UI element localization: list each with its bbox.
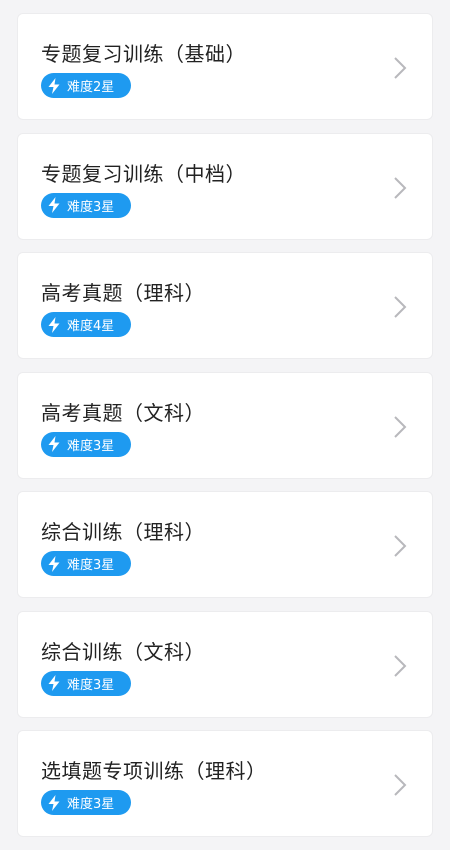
- exercise-title: 高考真题（文科）: [41, 400, 205, 425]
- exercise-card[interactable]: 专题复习训练（基础） 难度2星: [17, 13, 433, 120]
- exercise-list: 专题复习训练（基础） 难度2星 专题复习训练（中档） 难度3星 高考真题（理科）…: [17, 13, 433, 850]
- difficulty-badge: 难度2星: [41, 73, 131, 98]
- difficulty-badge: 难度3星: [41, 431, 131, 457]
- difficulty-badge: 难度3星: [41, 551, 131, 576]
- exercise-card[interactable]: 专题复习训练（中档） 难度3星: [17, 132, 433, 240]
- exercise-title: 高考真题（理科）: [41, 281, 205, 305]
- lightning-icon: [48, 794, 60, 811]
- difficulty-badge: 难度3星: [41, 192, 131, 218]
- difficulty-badge: 难度3星: [41, 790, 131, 815]
- chevron-right-icon: [394, 654, 407, 677]
- difficulty-label: 难度3星: [67, 438, 115, 454]
- exercise-card[interactable]: 高考真题（文科） 难度3星: [17, 371, 433, 479]
- difficulty-label: 难度3星: [67, 797, 115, 812]
- lightning-icon: [48, 436, 60, 452]
- lightning-icon: [48, 197, 60, 213]
- difficulty-badge: 难度4星: [41, 312, 131, 337]
- exercise-title: 专题复习训练（基础）: [41, 42, 246, 66]
- exercise-card[interactable]: 综合训练（理科） 难度3星: [17, 491, 433, 598]
- difficulty-label: 难度2星: [67, 80, 115, 95]
- chevron-right-icon: [394, 57, 407, 79]
- exercise-title: 综合训练（文科）: [41, 639, 205, 664]
- chevron-right-icon: [394, 535, 407, 557]
- exercise-card[interactable]: 综合训练（文科） 难度3星: [17, 610, 433, 718]
- lightning-icon: [48, 77, 60, 94]
- exercise-card[interactable]: 选填题专项训练（理科） 难度3星: [17, 730, 433, 837]
- difficulty-label: 难度3星: [67, 199, 115, 215]
- difficulty-label: 难度3星: [67, 677, 115, 693]
- lightning-icon: [48, 555, 60, 572]
- chevron-right-icon: [394, 176, 407, 199]
- exercise-card[interactable]: 高考真题（理科） 难度4星: [17, 252, 433, 359]
- difficulty-badge: 难度3星: [41, 670, 131, 696]
- difficulty-label: 难度4星: [67, 319, 115, 334]
- exercise-title: 综合训练（理科）: [41, 520, 205, 544]
- lightning-icon: [48, 316, 60, 333]
- exercise-title: 专题复习训练（中档）: [41, 161, 246, 186]
- chevron-right-icon: [394, 296, 407, 318]
- exercise-title: 选填题专项训练（理科）: [41, 759, 267, 783]
- lightning-icon: [48, 675, 60, 691]
- chevron-right-icon: [394, 415, 407, 438]
- difficulty-label: 难度3星: [67, 558, 115, 573]
- chevron-right-icon: [394, 774, 407, 796]
